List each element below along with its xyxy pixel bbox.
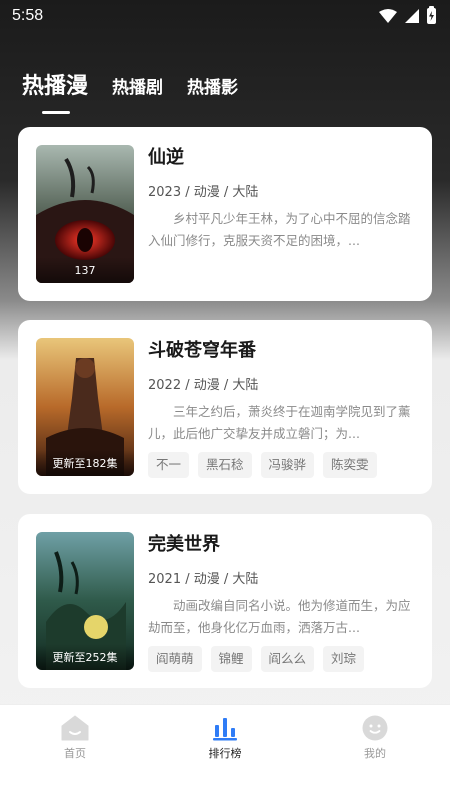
cast-tag[interactable]: 阎么么	[260, 646, 315, 672]
episode-badge: 更新至252集	[36, 644, 134, 670]
item-info: 完美世界 2021 / 动漫 / 大陆 动画改编自同名小说。他为修道而生，为应劫…	[148, 532, 416, 672]
category-tabs: 热播漫 热播剧 热播影	[22, 68, 238, 114]
status-icons	[379, 6, 436, 24]
cast-tag[interactable]: 陈奕雯	[323, 452, 377, 478]
cast-tag[interactable]: 不一	[148, 452, 190, 478]
signal-icon	[405, 9, 419, 23]
tab-label: 热播影	[187, 78, 239, 98]
cast-tags: 不一 黑石稔 冯骏骅 陈奕雯	[148, 452, 416, 478]
item-description: 三年之约后，萧炎终于在迦南学院见到了薰儿，此后他广交挚友并成立磐门；为...	[148, 404, 411, 441]
poster-image: 137	[36, 145, 134, 283]
bottom-nav: 首页 排行榜 我的	[0, 704, 450, 800]
cast-tags: 阎萌萌 锦鲤 阎么么 刘琮	[148, 646, 416, 672]
episode-badge: 更新至182集	[36, 450, 134, 476]
tab-hot-drama[interactable]: 热播剧	[112, 73, 163, 100]
item-description: 动画改编自同名小说。他为修道而生，为应劫而至，他身化亿万血雨，洒落万古...	[148, 598, 411, 635]
profile-icon	[362, 715, 388, 741]
home-icon	[61, 715, 89, 741]
tab-hot-movie[interactable]: 热播影	[187, 73, 238, 100]
item-title: 斗破苍穹年番	[148, 340, 256, 361]
cast-tag[interactable]: 刘琮	[323, 646, 365, 672]
wifi-icon	[379, 9, 397, 23]
cast-tag[interactable]: 黑石稔	[198, 452, 252, 478]
tab-hot-anime[interactable]: 热播漫	[22, 68, 89, 114]
item-meta: 2022 / 动漫 / 大陆	[148, 378, 259, 393]
tab-label: 热播漫	[22, 74, 89, 99]
cast-tag[interactable]: 锦鲤	[210, 646, 252, 672]
list-item[interactable]: 更新至182集 斗破苍穹年番 2022 / 动漫 / 大陆 三年之约后，萧炎终于…	[18, 320, 432, 494]
status-bar: 5:58	[0, 0, 450, 32]
item-info: 斗破苍穹年番 2022 / 动漫 / 大陆 三年之约后，萧炎终于在迦南学院见到了…	[148, 338, 416, 478]
nav-label: 我的	[364, 747, 386, 760]
cast-tag[interactable]: 冯骏骅	[260, 452, 315, 478]
tab-active-indicator	[42, 111, 70, 114]
nav-rank[interactable]: 排行榜	[185, 715, 265, 761]
item-info: 仙逆 2023 / 动漫 / 大陆 乡村平凡少年王林，为了心中不屈的信念踏入仙门…	[148, 145, 416, 252]
list-item[interactable]: 更新至252集 完美世界 2021 / 动漫 / 大陆 动画改编自同名小说。他为…	[18, 514, 432, 688]
nav-home[interactable]: 首页	[35, 715, 115, 761]
cast-tag[interactable]: 阎萌萌	[148, 646, 202, 672]
item-meta: 2023 / 动漫 / 大陆	[148, 185, 259, 200]
tab-label: 热播剧	[112, 78, 164, 98]
battery-icon	[427, 6, 436, 24]
item-meta: 2021 / 动漫 / 大陆	[148, 572, 259, 587]
item-title: 仙逆	[148, 147, 184, 168]
rank-icon	[213, 718, 237, 741]
item-description: 乡村平凡少年王林，为了心中不屈的信念踏入仙门修行，克服天资不足的困境，...	[148, 211, 411, 248]
episode-badge: 137	[36, 257, 134, 283]
poster-image: 更新至182集	[36, 338, 134, 476]
nav-label: 首页	[64, 747, 86, 760]
poster-image: 更新至252集	[36, 532, 134, 670]
nav-mine[interactable]: 我的	[335, 715, 415, 761]
nav-label: 排行榜	[208, 747, 242, 760]
list-item[interactable]: 137 仙逆 2023 / 动漫 / 大陆 乡村平凡少年王林，为了心中不屈的信念…	[18, 127, 432, 301]
item-title: 完美世界	[148, 534, 220, 555]
status-time: 5:58	[12, 7, 44, 24]
